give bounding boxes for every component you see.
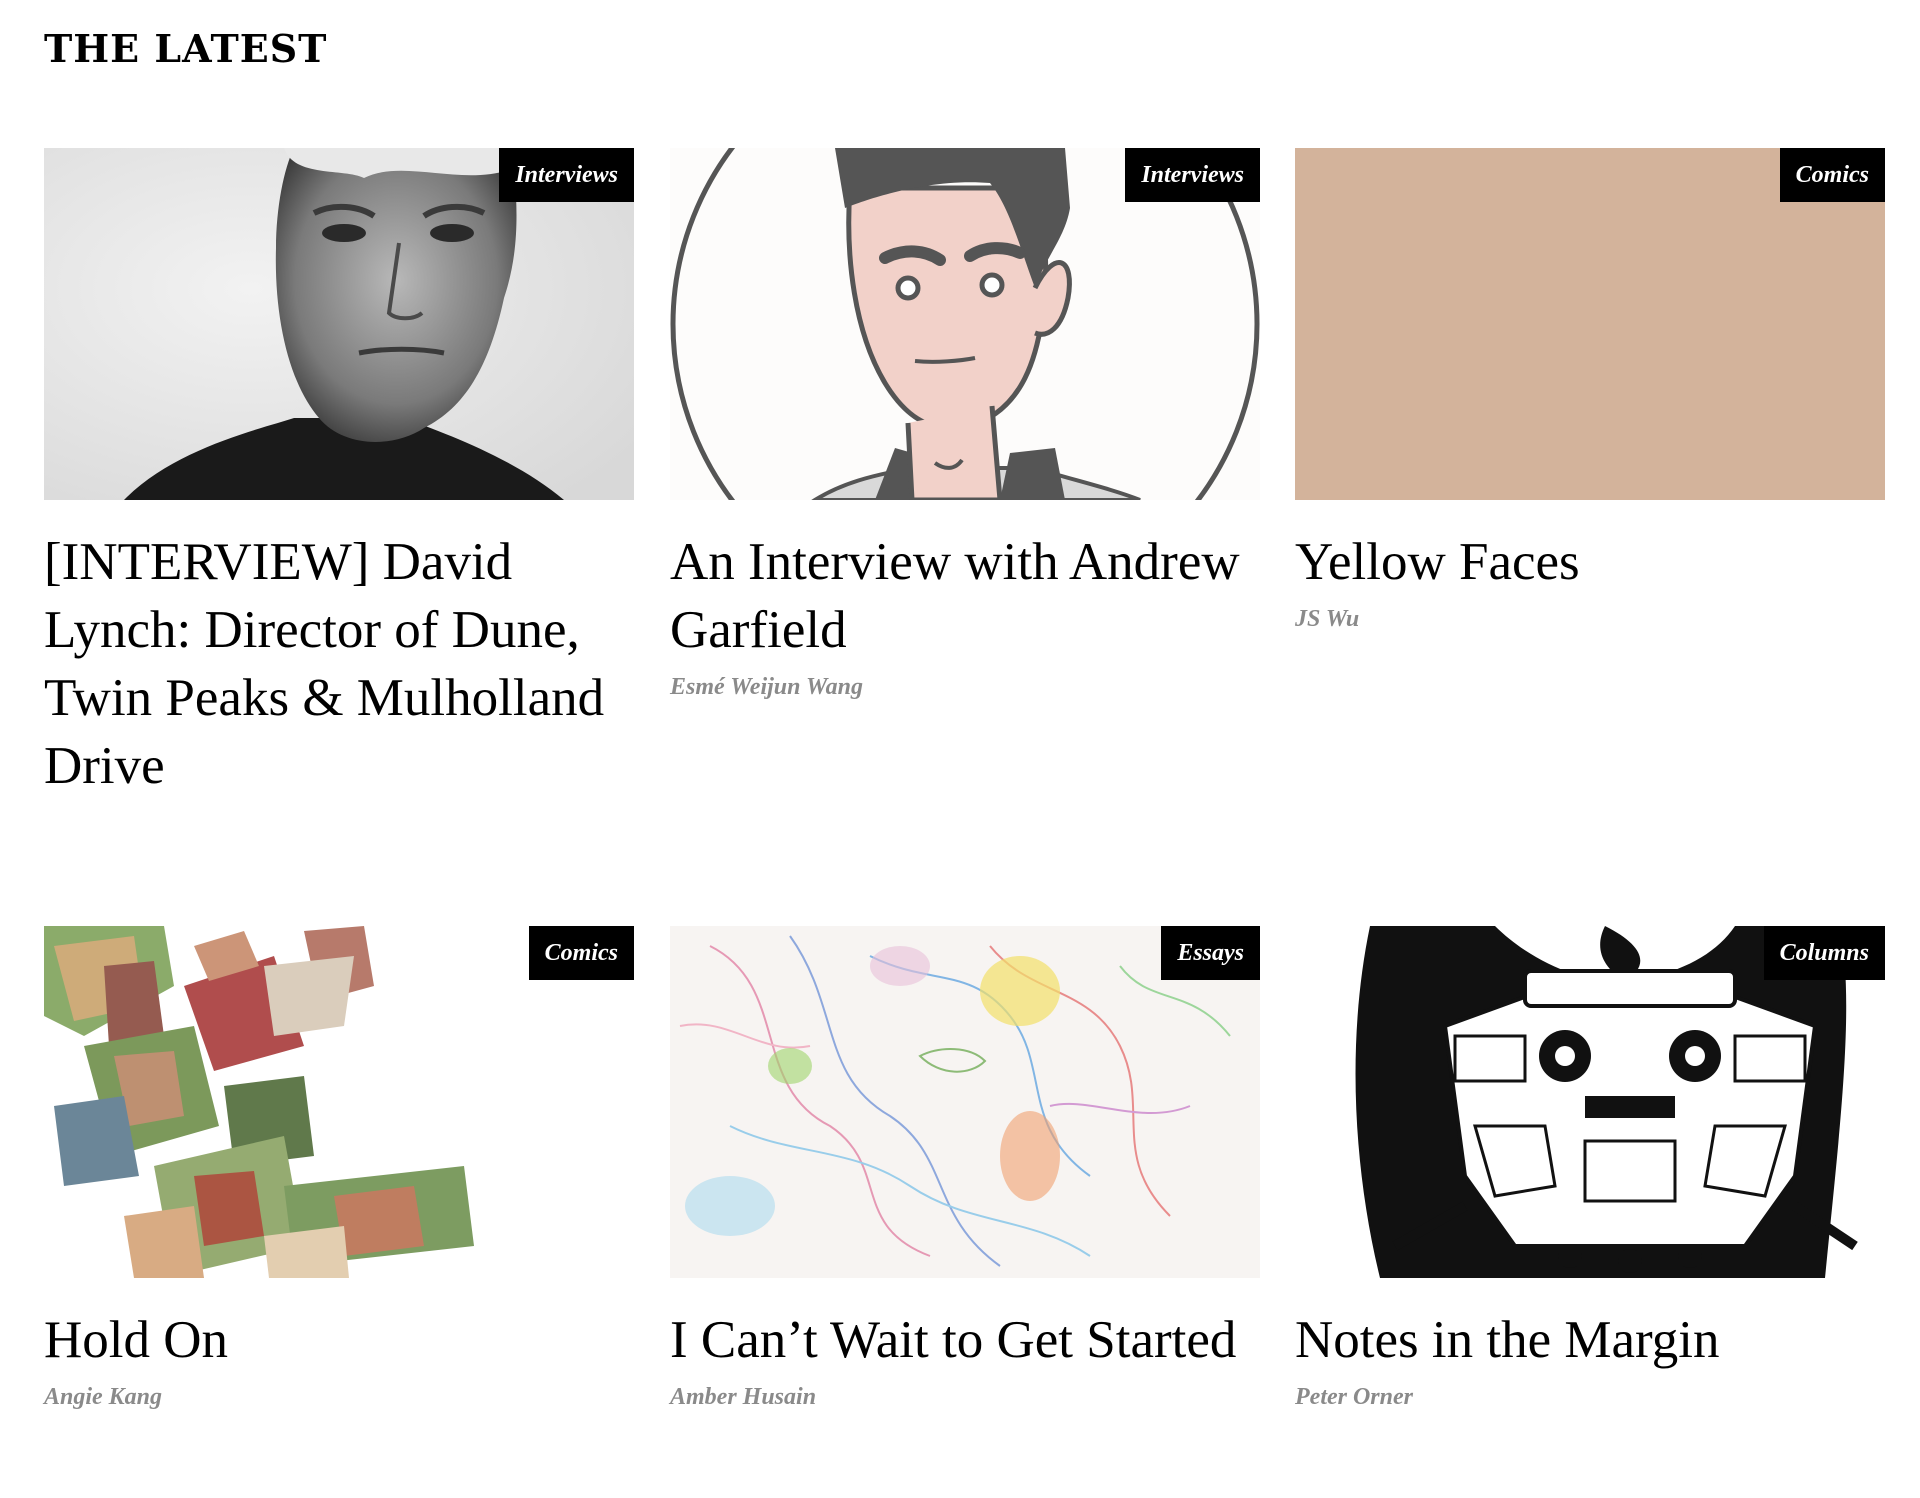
article-card[interactable]: Comics Hold On Angie Kang xyxy=(44,926,634,1411)
article-title[interactable]: Yellow Faces xyxy=(1295,528,1885,596)
article-author[interactable]: Esmé Weijun Wang xyxy=(670,674,1260,701)
article-author[interactable]: Amber Husain xyxy=(670,1384,1260,1411)
article-title[interactable]: [INTERVIEW] David Lynch: Director of Dun… xyxy=(44,528,634,800)
category-tag[interactable]: Interviews xyxy=(1125,148,1260,202)
category-tag[interactable]: Comics xyxy=(528,926,634,980)
article-title[interactable]: An Interview with Andrew Garfield xyxy=(670,528,1260,664)
article-card[interactable]: Interviews [INTERVIEW] David Lynch: Dire… xyxy=(44,148,634,800)
section-title: THE LATEST xyxy=(44,26,328,71)
category-tag[interactable]: Interviews xyxy=(499,148,634,202)
article-thumbnail[interactable]: Comics xyxy=(1295,148,1885,500)
article-author[interactable]: Angie Kang xyxy=(44,1384,634,1411)
category-tag[interactable]: Comics xyxy=(1779,148,1885,202)
article-thumbnail[interactable]: Columns xyxy=(1295,926,1885,1278)
article-thumbnail[interactable]: Interviews xyxy=(44,148,634,500)
category-tag[interactable]: Columns xyxy=(1763,926,1885,980)
article-title[interactable]: Hold On xyxy=(44,1306,634,1374)
article-thumbnail[interactable]: Essays xyxy=(670,926,1260,1278)
article-card[interactable]: Essays I Can’t Wait to Get Started Amber… xyxy=(670,926,1260,1411)
article-title[interactable]: I Can’t Wait to Get Started xyxy=(670,1306,1260,1374)
article-author[interactable]: JS Wu xyxy=(1295,606,1885,633)
article-card[interactable]: Columns Notes in the Margin Peter Orner xyxy=(1295,926,1885,1411)
article-card[interactable]: Comics Yellow Faces JS Wu xyxy=(1295,148,1885,633)
article-thumbnail[interactable]: Interviews xyxy=(670,148,1260,500)
article-card[interactable]: Interviews An Interview with Andrew Garf… xyxy=(670,148,1260,701)
article-author[interactable]: Peter Orner xyxy=(1295,1384,1885,1411)
category-tag[interactable]: Essays xyxy=(1161,926,1260,980)
article-title[interactable]: Notes in the Margin xyxy=(1295,1306,1885,1374)
article-thumbnail[interactable]: Comics xyxy=(44,926,634,1278)
